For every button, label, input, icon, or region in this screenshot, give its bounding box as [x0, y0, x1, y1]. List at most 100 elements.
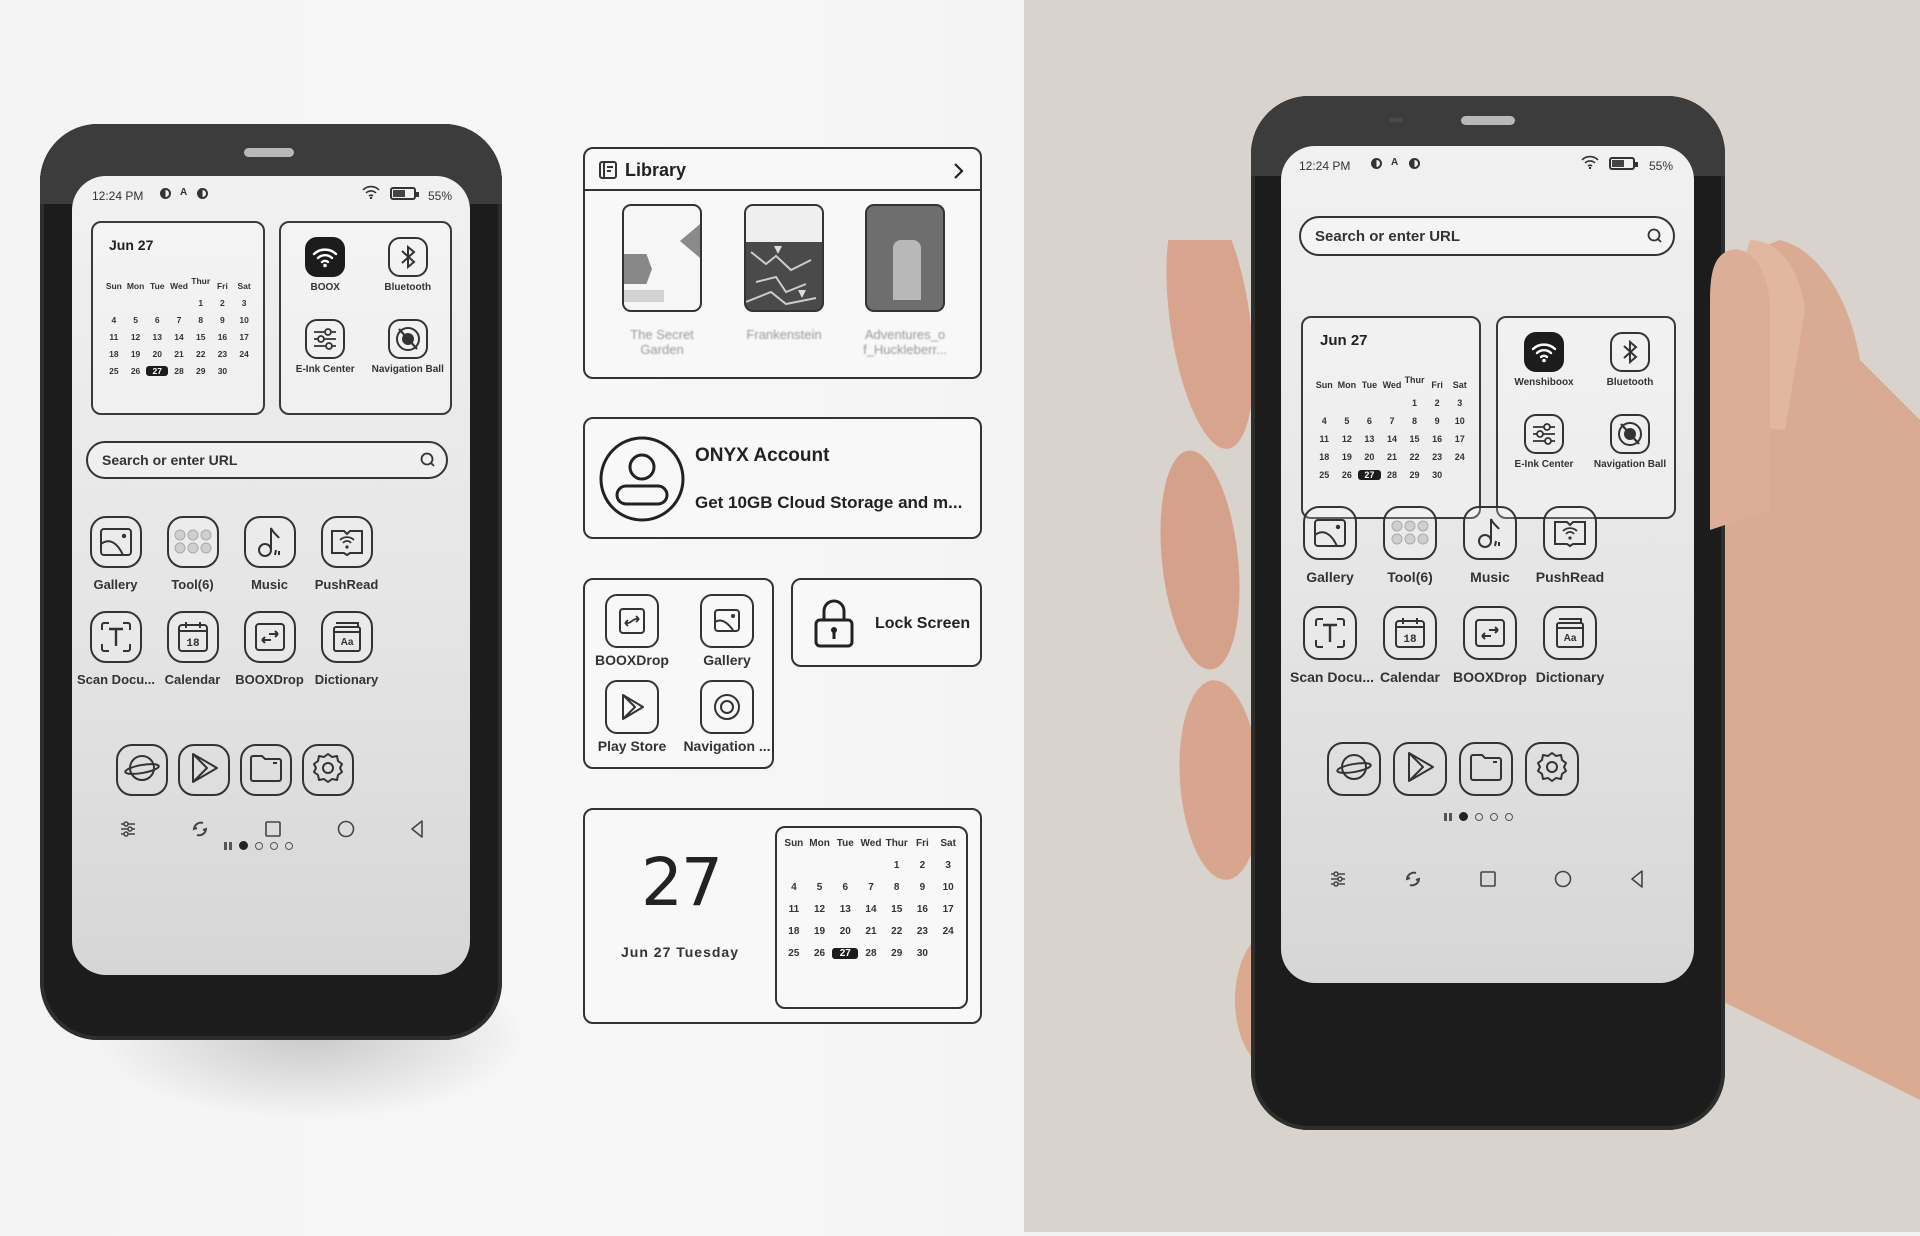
app-gallery[interactable]: Gallery [77, 516, 154, 592]
app-pushread[interactable]: PushRead [1530, 506, 1610, 585]
app-booxdrop[interactable]: BOOXDrop [1450, 606, 1530, 685]
calendar-day-today[interactable]: 27 [832, 948, 859, 959]
app-music[interactable]: Music [231, 516, 308, 592]
app-booxdrop[interactable]: BOOXDrop [231, 611, 308, 687]
all-apps-icon[interactable] [1444, 812, 1452, 821]
calendar-day[interactable]: 14 [1381, 434, 1404, 444]
quick-setting-wifi[interactable]: Wenshiboox [1502, 332, 1586, 388]
search-bar[interactable] [1299, 216, 1675, 256]
calendar-day[interactable]: 12 [1336, 434, 1359, 444]
calendar-day[interactable]: 9 [910, 882, 936, 893]
calendar-day[interactable]: 5 [807, 882, 833, 893]
calendar-day[interactable]: 30 [212, 366, 234, 376]
dock-play-store[interactable] [178, 744, 230, 796]
dock-browser[interactable] [116, 744, 168, 796]
calendar-widget[interactable]: Jun 27 Sun Mon Tue Wed Thur Fri Sat 1 2 3 4 5 6 7 8 9 10… [1301, 316, 1481, 519]
calendar-day[interactable]: 19 [807, 926, 833, 937]
folder-app[interactable]: Play Store [587, 680, 677, 754]
calendar-day[interactable]: 5 [1336, 416, 1359, 426]
calendar-day[interactable]: 22 [884, 926, 910, 937]
dock-settings[interactable] [1525, 742, 1579, 796]
calendar-day[interactable]: 14 [858, 904, 884, 915]
calendar-day[interactable]: 25 [1313, 470, 1336, 480]
calendar-day[interactable]: 3 [935, 860, 961, 871]
calendar-day[interactable]: 8 [1403, 416, 1426, 426]
app-tool-folder[interactable]: Tool(6) [154, 516, 231, 592]
calendar-day[interactable]: 28 [168, 366, 190, 376]
page-dot[interactable] [1490, 812, 1498, 821]
page-dot[interactable] [1475, 812, 1483, 821]
calendar-day[interactable]: 10 [1448, 416, 1471, 426]
calendar-day[interactable]: 21 [1381, 452, 1404, 462]
calendar-day[interactable]: 25 [103, 366, 125, 376]
calendar-day[interactable]: 23 [910, 926, 936, 937]
calendar-day[interactable]: 29 [884, 948, 910, 959]
calendar-day[interactable]: 20 [832, 926, 858, 937]
app-calendar[interactable]: 18 Calendar [1370, 606, 1450, 685]
folder-app[interactable]: Navigation ... [682, 680, 772, 754]
library-widget[interactable]: Library The Secret Garden Frankenstein A… [583, 147, 982, 379]
calendar-day[interactable]: 15 [190, 332, 212, 342]
app-pushread[interactable]: PushRead [308, 516, 385, 592]
calendar-day[interactable]: 4 [1313, 416, 1336, 426]
app-tool-folder[interactable]: Tool(6) [1370, 506, 1450, 585]
dock-settings[interactable] [302, 744, 354, 796]
calendar-day[interactable]: 4 [781, 882, 807, 893]
calendar-day[interactable]: 20 [1358, 452, 1381, 462]
calendar-day[interactable]: 1 [190, 298, 212, 308]
calendar-day[interactable]: 19 [125, 349, 147, 359]
calendar-day[interactable]: 2 [910, 860, 936, 871]
book-cover[interactable] [865, 204, 945, 312]
calendar-day[interactable]: 13 [146, 332, 168, 342]
calendar-day[interactable]: 17 [935, 904, 961, 915]
calendar-day[interactable]: 3 [1448, 398, 1471, 408]
folder-app[interactable]: BOOXDrop [587, 594, 677, 668]
control-center-icon[interactable] [1330, 870, 1346, 893]
calendar-day[interactable]: 18 [781, 926, 807, 937]
app-gallery[interactable]: Gallery [1290, 506, 1370, 585]
calendar-day[interactable]: 17 [233, 332, 255, 342]
book-cover[interactable] [622, 204, 702, 312]
calendar-day[interactable]: 26 [125, 366, 147, 376]
quick-setting-bluetooth[interactable]: Bluetooth [368, 237, 449, 293]
dock-files[interactable] [1459, 742, 1513, 796]
chevron-right-icon[interactable] [952, 162, 964, 180]
recents-icon[interactable] [265, 820, 281, 842]
calendar-day[interactable]: 11 [1313, 434, 1336, 444]
calendar-day[interactable]: 15 [1403, 434, 1426, 444]
home-icon[interactable] [337, 820, 355, 843]
app-dictionary[interactable]: Aa Dictionary [308, 611, 385, 687]
calendar-day[interactable]: 21 [858, 926, 884, 937]
page-indicator[interactable] [1444, 812, 1513, 821]
calendar-day[interactable]: 1 [1403, 398, 1426, 408]
calendar-day[interactable]: 30 [910, 948, 936, 959]
calendar-day[interactable]: 21 [168, 349, 190, 359]
calendar-day[interactable]: 15 [884, 904, 910, 915]
calendar-day[interactable]: 18 [103, 349, 125, 359]
calendar-day[interactable]: 11 [781, 904, 807, 915]
calendar-day[interactable]: 7 [168, 315, 190, 325]
folder-app[interactable]: Gallery [682, 594, 772, 668]
app-calendar[interactable]: 18 Calendar [154, 611, 231, 687]
calendar-day[interactable]: 11 [103, 332, 125, 342]
onyx-account-widget[interactable]: ONYX Account Get 10GB Cloud Storage and … [583, 417, 982, 539]
search-input[interactable] [1315, 218, 1633, 254]
calendar-day[interactable]: 4 [103, 315, 125, 325]
calendar-day[interactable]: 24 [233, 349, 255, 359]
lock-screen-widget[interactable]: Lock Screen [791, 578, 982, 667]
library-header[interactable]: Library [585, 149, 980, 191]
calendar-day[interactable]: 14 [168, 332, 190, 342]
calendar-day[interactable]: 6 [146, 315, 168, 325]
calendar-day[interactable]: 8 [884, 882, 910, 893]
calendar-day[interactable]: 30 [1426, 470, 1449, 480]
calendar-day[interactable]: 6 [1358, 416, 1381, 426]
calendar-day[interactable]: 19 [1336, 452, 1359, 462]
calendar-day[interactable]: 25 [781, 948, 807, 959]
calendar-widget[interactable]: Jun 27 Sun Mon Tue Wed Thur Fri Sat 1 2 3 4 5 6 7 8 9 10… [91, 221, 265, 415]
calendar-day[interactable]: 10 [233, 315, 255, 325]
calendar-day[interactable]: 9 [1426, 416, 1449, 426]
calendar-day[interactable]: 28 [858, 948, 884, 959]
calendar-day[interactable]: 29 [1403, 470, 1426, 480]
calendar-day[interactable]: 20 [146, 349, 168, 359]
calendar-day-today[interactable]: 27 [146, 366, 169, 376]
